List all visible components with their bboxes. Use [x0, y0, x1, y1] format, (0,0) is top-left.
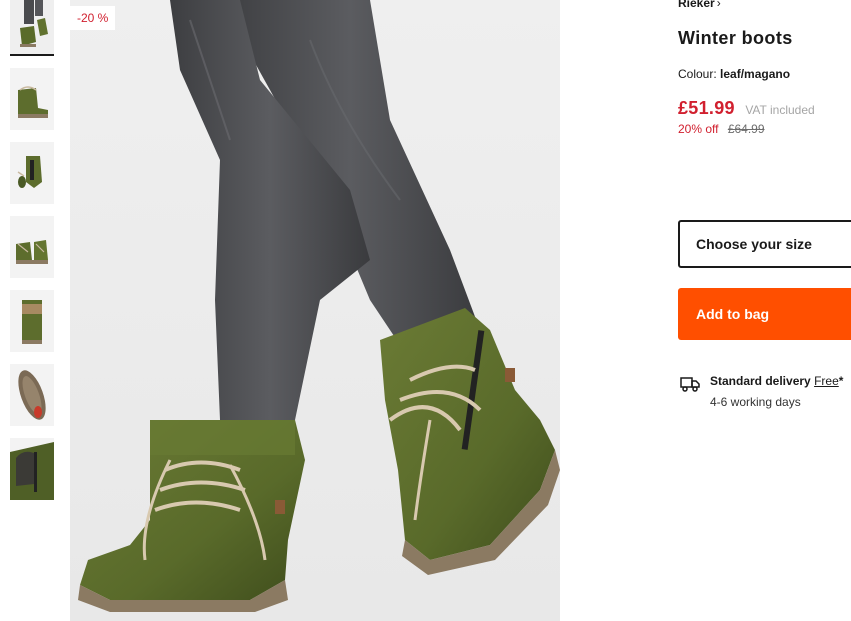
vat-note: VAT included: [745, 103, 815, 117]
colour-line: Colour: leaf/magano: [678, 67, 790, 81]
product-title: Winter boots: [678, 28, 793, 48]
product-page: -20 % Rieker › Winter boots Colour: leaf/…: [0, 0, 851, 621]
add-to-bag-label: Add to bag: [696, 306, 770, 322]
thumbnail-4[interactable]: [10, 216, 54, 278]
discount-text: 20% off: [678, 122, 719, 136]
size-select[interactable]: Choose your size: [678, 220, 851, 268]
delivery-label: Standard delivery: [710, 374, 811, 388]
delivery-title: Standard delivery Free*: [710, 374, 843, 388]
colour-label: Colour:: [678, 67, 717, 81]
current-price: £51.99: [678, 98, 735, 118]
delivery-free-link[interactable]: Free: [814, 374, 839, 388]
thumbnail-2[interactable]: [10, 68, 54, 130]
thumbnail-6[interactable]: [10, 364, 54, 426]
thumbnail-1[interactable]: [10, 0, 54, 56]
delivery-asterisk: *: [838, 374, 844, 388]
price-row: £51.99 VAT included: [678, 98, 815, 119]
main-product-image[interactable]: [70, 0, 560, 621]
brand-link[interactable]: Rieker ›: [678, 0, 721, 10]
size-select-label: Choose your size: [696, 236, 812, 252]
brand-name: Rieker: [678, 0, 715, 10]
delivery-time: 4-6 working days: [710, 395, 801, 409]
thumbnail-5[interactable]: [10, 290, 54, 352]
original-price: £64.99: [727, 122, 765, 136]
thumbnail-7[interactable]: [10, 438, 54, 500]
thumbnail-3[interactable]: [10, 142, 54, 204]
colour-value: leaf/magano: [720, 67, 791, 81]
discount-row: 20% off £64.99: [678, 122, 765, 136]
chevron-right-icon: ›: [716, 0, 721, 10]
truck-icon: [680, 376, 700, 397]
add-to-bag-button[interactable]: Add to bag: [678, 288, 851, 340]
discount-badge: -20 %: [70, 6, 116, 30]
